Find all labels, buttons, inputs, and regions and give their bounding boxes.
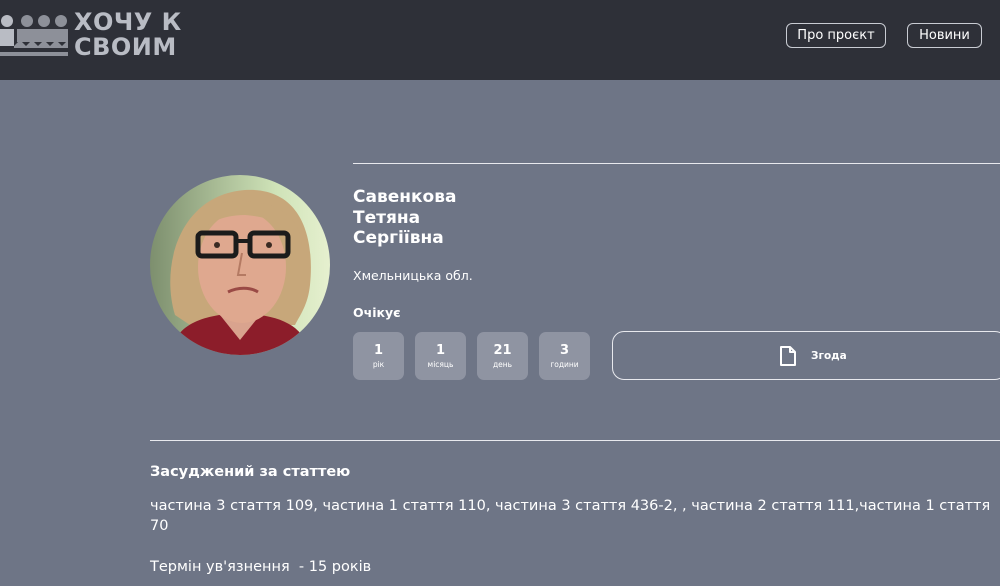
region-label: Хмельницька обл.	[353, 268, 473, 283]
section-divider	[150, 440, 1000, 441]
logo-wordmark: ХОЧУ К СВОИМ	[74, 10, 182, 60]
consent-label: Згода	[811, 349, 847, 362]
sentence-term: Термін ув'язнення - 15 років	[150, 559, 372, 575]
person-full-name: Савенкова Тетяна Сергіївна	[353, 187, 456, 249]
counter-value: 21	[493, 342, 512, 358]
conviction-section-title: Засуджений за статтею	[150, 464, 351, 480]
patronymic: Сергіївна	[353, 228, 444, 248]
logo-line-1: ХОЧУ К	[74, 8, 182, 36]
counter-value: 1	[435, 342, 446, 358]
counter-unit: день	[492, 359, 513, 369]
counter-hours: 3 години	[539, 332, 590, 380]
counter-days: 21 день	[477, 332, 528, 380]
first-name: Тетяна	[353, 207, 421, 228]
logo-line-2: СВОИМ	[74, 33, 177, 61]
counter-years: 1 рік	[353, 332, 404, 380]
counter-unit: години	[550, 359, 579, 369]
counter-months: 1 місяць	[415, 332, 466, 380]
person-portrait-icon	[150, 175, 330, 355]
counter-unit: рік	[372, 359, 385, 369]
about-project-button[interactable]: Про проєкт	[786, 23, 886, 48]
status-label: Очікує	[353, 305, 401, 320]
conviction-articles: частина 3 стаття 109, частина 1 стаття 1…	[150, 498, 991, 534]
consent-button[interactable]: Згода	[612, 331, 1000, 380]
counter-value: 1	[373, 342, 384, 358]
counter-value: 3	[559, 342, 570, 358]
site-logo[interactable]: ХОЧУ К СВОИМ	[0, 10, 190, 60]
person-photo	[150, 175, 330, 355]
top-bar: ХОЧУ К СВОИМ Про проєкт Новини	[0, 0, 1000, 80]
people-logo-icon	[0, 15, 68, 56]
counter-unit: місяць	[427, 359, 454, 369]
document-icon	[780, 345, 796, 366]
surname: Савенкова	[353, 187, 457, 207]
news-button[interactable]: Новини	[907, 23, 982, 48]
profile-divider	[353, 163, 1000, 164]
